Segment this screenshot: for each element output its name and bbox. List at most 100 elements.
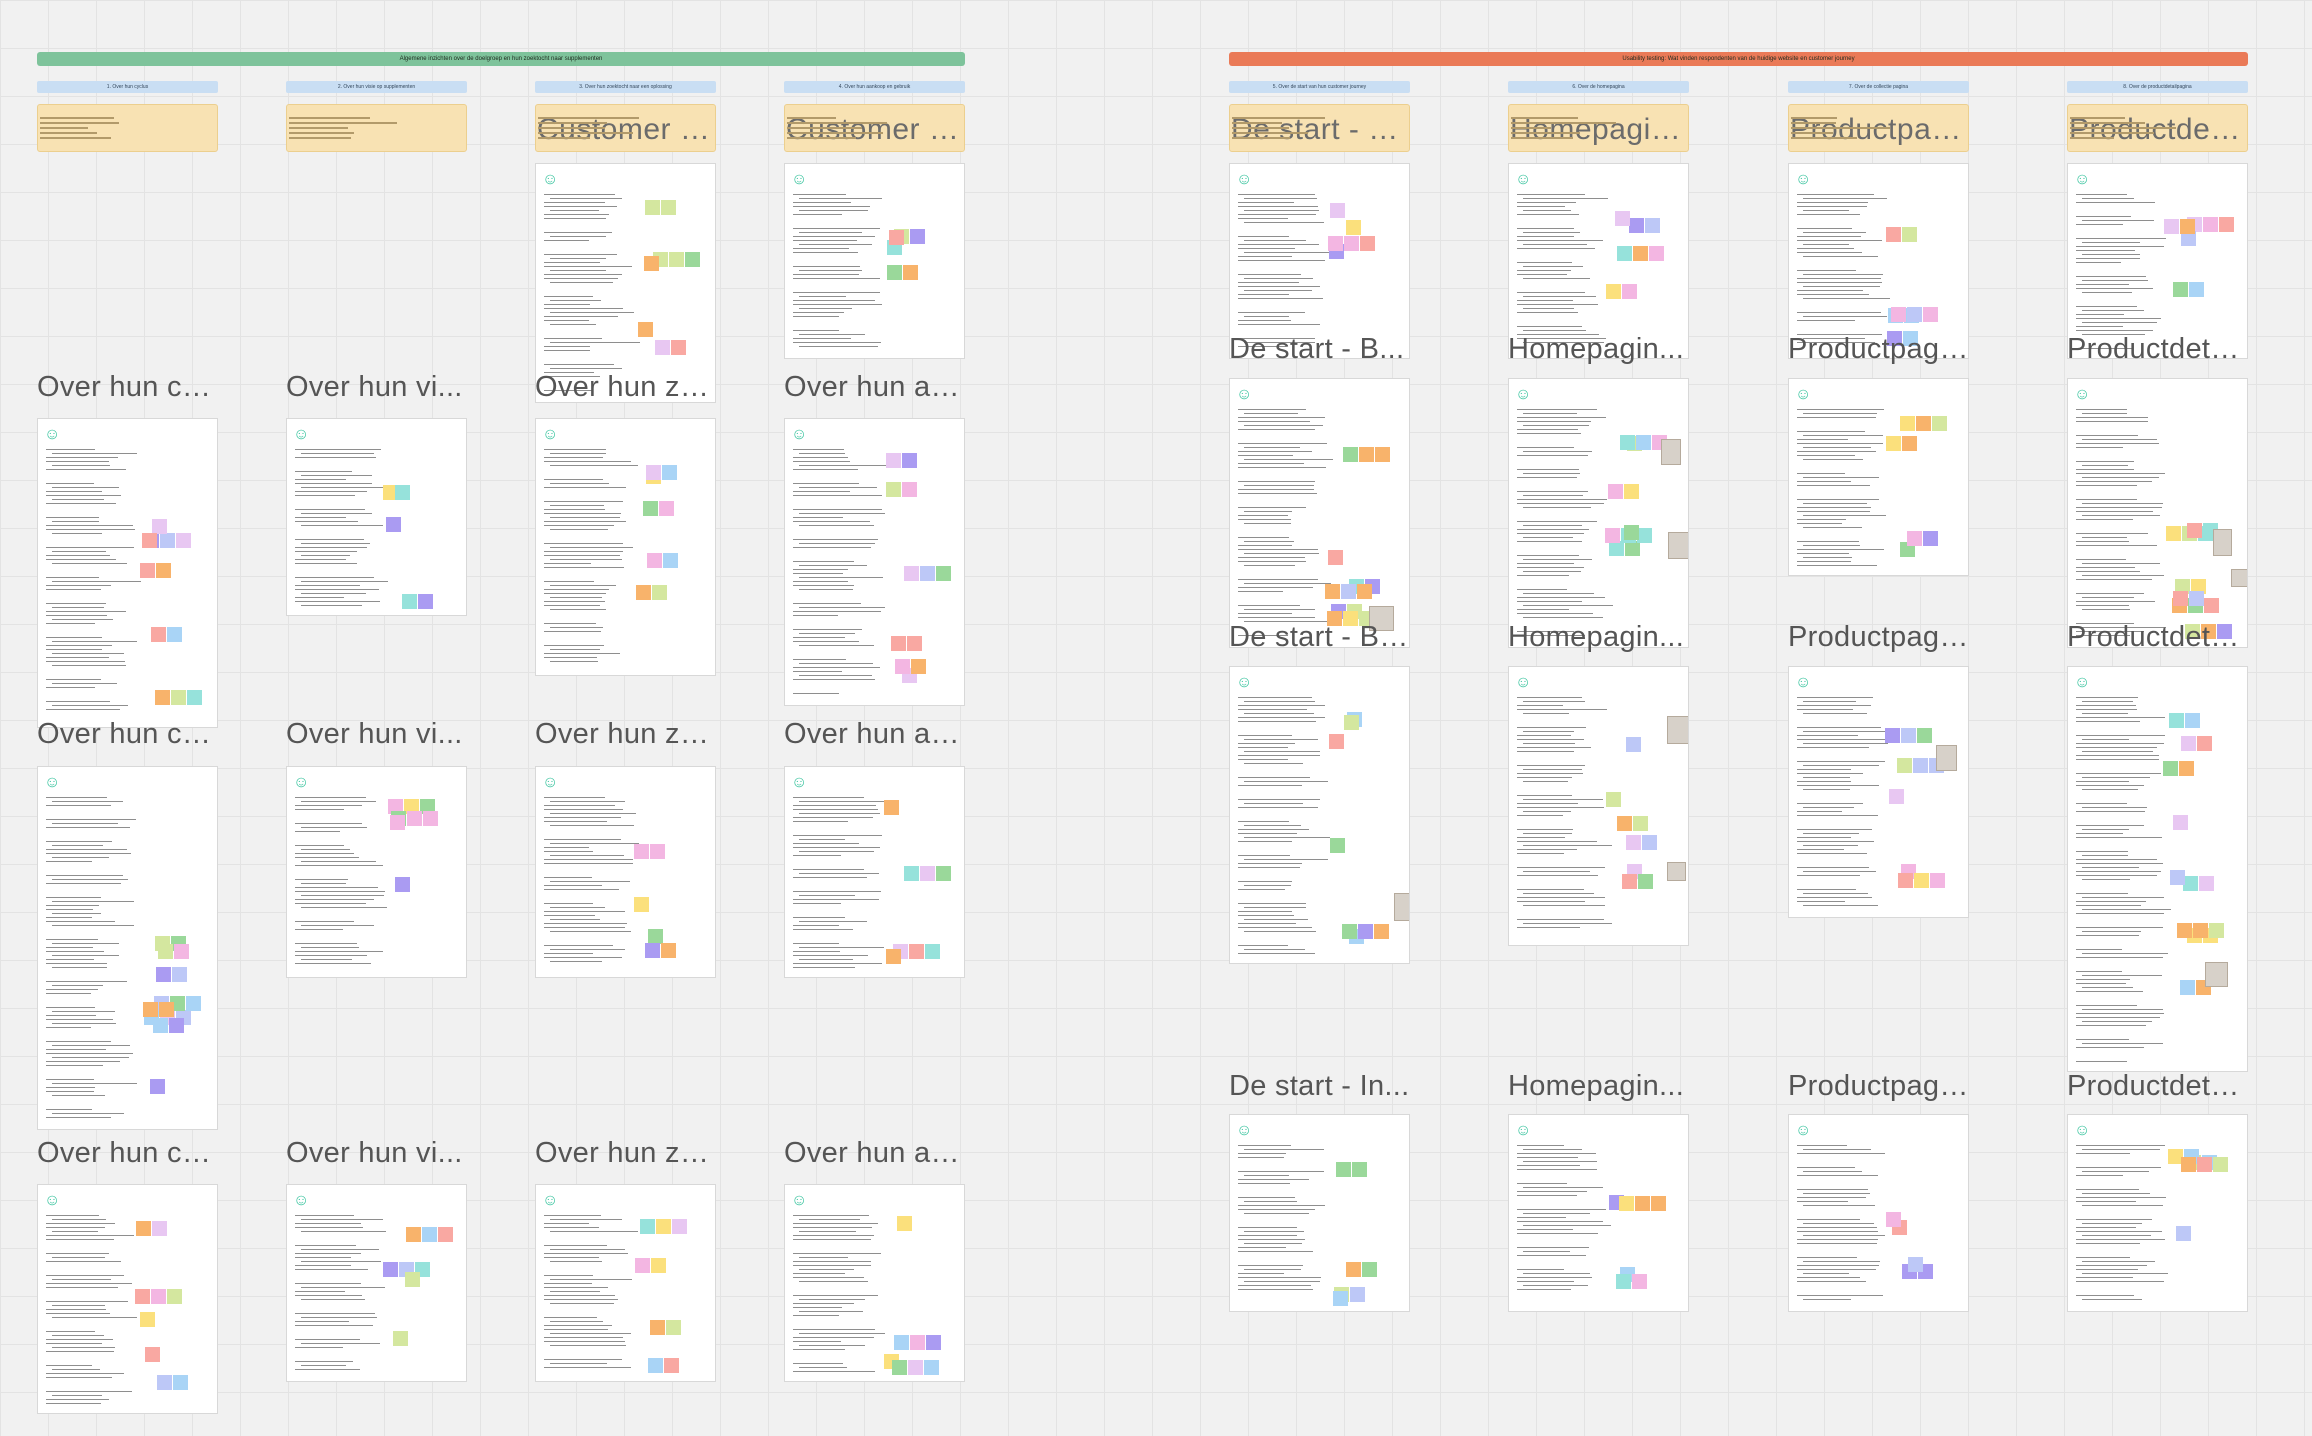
interview-frame[interactable]: ☺ [1788, 163, 1969, 359]
sticky-note[interactable] [167, 1289, 183, 1305]
sticky-note[interactable] [1907, 1257, 1923, 1273]
sticky-note[interactable] [1890, 307, 1906, 323]
sticky-note[interactable] [925, 944, 941, 960]
sticky-note[interactable] [1906, 530, 1922, 546]
sticky-note[interactable] [2196, 1157, 2212, 1173]
summary-card[interactable]: De start - C... [1229, 104, 1410, 152]
frame-label[interactable]: Over hun zo... [535, 718, 716, 751]
sticky-note[interactable] [903, 566, 919, 582]
interview-frame[interactable]: ☺ [37, 1184, 218, 1414]
sticky-note[interactable] [1341, 583, 1357, 599]
sticky-note[interactable] [907, 636, 923, 652]
column-header[interactable]: 3. Over hun zoektocht naar een oplossing [535, 81, 716, 93]
frame-label[interactable]: Productpagi... [1788, 333, 1969, 366]
sticky-note[interactable] [2175, 1226, 2191, 1242]
sticky-note[interactable] [1325, 583, 1341, 599]
sticky-note[interactable] [646, 553, 662, 569]
sticky-note[interactable] [1915, 416, 1931, 432]
summary-card[interactable]: Customer Jo... [784, 104, 965, 152]
sticky-note[interactable] [902, 265, 918, 281]
interview-frame[interactable]: ☺ [1508, 666, 1689, 946]
sticky-note[interactable] [644, 942, 660, 958]
sticky-note[interactable] [919, 866, 935, 882]
sticky-note[interactable] [2218, 217, 2234, 233]
sticky-note[interactable] [1922, 530, 1938, 546]
sticky-note[interactable] [902, 453, 918, 469]
interview-frame[interactable]: ☺ [37, 766, 218, 1130]
sticky-note[interactable] [1633, 245, 1649, 261]
interview-frame[interactable]: ☺ [1229, 666, 1410, 964]
sticky-note[interactable] [1625, 737, 1641, 753]
whiteboard-canvas[interactable]: Algemene inzichten over de doelgroep en … [0, 0, 2312, 1436]
section-banner[interactable]: Usability testing: Wat vinden respondent… [1229, 52, 2248, 66]
interview-frame[interactable]: ☺ [286, 1184, 467, 1382]
interview-frame[interactable]: ☺ [1788, 1114, 1969, 1312]
sticky-note[interactable] [671, 340, 687, 356]
sticky-note[interactable] [402, 593, 418, 609]
sticky-note[interactable] [647, 1358, 663, 1374]
sticky-note[interactable] [390, 815, 406, 831]
sticky-note[interactable] [418, 593, 434, 609]
sticky-note[interactable] [2179, 979, 2195, 995]
sticky-note[interactable] [422, 811, 438, 827]
sticky-note[interactable] [422, 1227, 438, 1243]
sticky-note[interactable] [2179, 218, 2195, 234]
sticky-note[interactable] [385, 517, 401, 533]
frame-label[interactable]: De start - B... [1229, 333, 1410, 366]
column-header[interactable]: 5. Over de start van hun customer journe… [1229, 81, 1410, 93]
sticky-note[interactable] [1605, 791, 1621, 807]
interview-frame[interactable]: ☺ [1229, 378, 1410, 648]
sticky-note[interactable] [1333, 1290, 1349, 1306]
sticky-note[interactable] [2163, 760, 2179, 776]
sticky-note[interactable] [406, 1227, 422, 1243]
sticky-note[interactable] [1336, 1161, 1352, 1177]
sticky-note[interactable] [895, 658, 911, 674]
sticky-note[interactable] [662, 553, 678, 569]
sticky-note[interactable] [1628, 217, 1644, 233]
sticky-note[interactable] [135, 1289, 151, 1305]
sticky-note[interactable] [884, 799, 900, 815]
sticky-note[interactable] [909, 944, 925, 960]
sticky-note[interactable] [1650, 1196, 1666, 1212]
sticky-note[interactable] [139, 563, 155, 579]
sticky-note[interactable] [155, 966, 171, 982]
frame-label[interactable]: Productpagi... [1788, 1070, 1969, 1103]
screenshot-thumbnail[interactable] [1666, 716, 1688, 744]
sticky-note[interactable] [1634, 1196, 1650, 1212]
summary-card[interactable]: Productpagi... [1788, 104, 1969, 152]
sticky-note[interactable] [1617, 816, 1633, 832]
screenshot-thumbnail[interactable] [2204, 961, 2228, 988]
frame-label[interactable]: Homepagin... [1508, 1070, 1689, 1103]
sticky-note[interactable] [2204, 598, 2220, 614]
interview-frame[interactable]: ☺ [535, 418, 716, 676]
sticky-note[interactable] [1931, 416, 1947, 432]
sticky-note[interactable] [2208, 923, 2224, 939]
frame-label[interactable]: Over hun vi... [286, 718, 467, 751]
sticky-note[interactable] [935, 866, 951, 882]
sticky-note[interactable] [926, 1334, 941, 1350]
sticky-note[interactable] [1886, 435, 1902, 451]
frame-label[interactable]: Over hun aa... [784, 1137, 965, 1170]
sticky-note[interactable] [685, 251, 701, 267]
sticky-note[interactable] [382, 1262, 398, 1278]
sticky-note[interactable] [1358, 446, 1374, 462]
sticky-note[interactable] [643, 255, 659, 271]
sticky-note[interactable] [395, 877, 411, 893]
summary-card[interactable]: Productdeta... [2067, 104, 2248, 152]
sticky-note[interactable] [145, 1346, 161, 1362]
sticky-note[interactable] [1344, 715, 1360, 731]
section-banner[interactable]: Algemene inzichten over de doelgroep en … [37, 52, 965, 66]
sticky-note[interactable] [1900, 727, 1916, 743]
sticky-note[interactable] [2198, 876, 2214, 892]
sticky-note[interactable] [141, 533, 157, 549]
sticky-note[interactable] [2168, 713, 2184, 729]
sticky-note[interactable] [1622, 874, 1638, 890]
frame-label[interactable]: Over hun cy... [37, 1137, 218, 1170]
sticky-note[interactable] [152, 1220, 168, 1236]
sticky-note[interactable] [666, 1319, 682, 1335]
sticky-note[interactable] [154, 689, 170, 705]
sticky-note[interactable] [171, 966, 187, 982]
interview-frame[interactable]: ☺ [37, 418, 218, 728]
sticky-note[interactable] [2189, 591, 2205, 607]
sticky-note[interactable] [136, 1220, 152, 1236]
